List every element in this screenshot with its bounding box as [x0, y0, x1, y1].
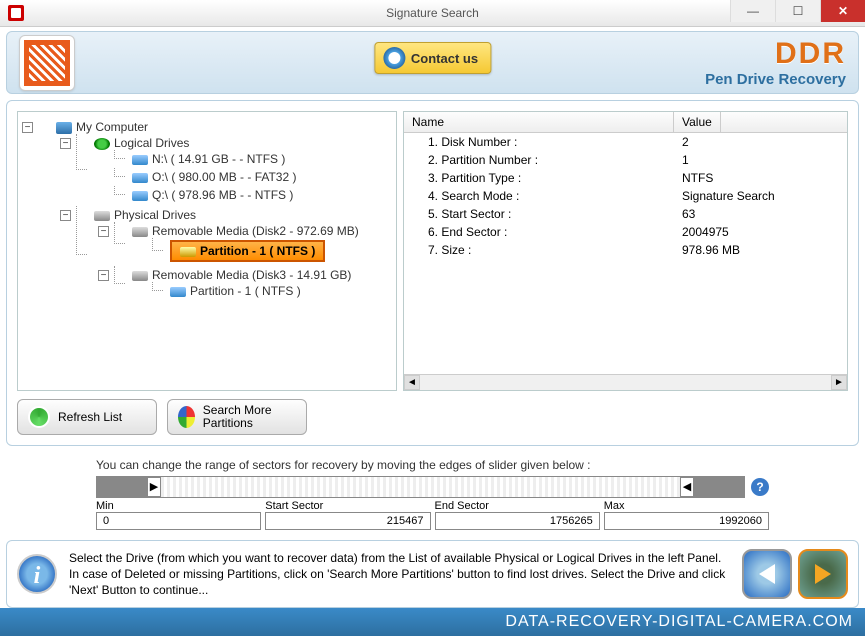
next-arrow-icon — [815, 564, 831, 584]
brand-tagline: Pen Drive Recovery — [705, 71, 846, 88]
slider-handle-right-icon[interactable]: ◀ — [680, 477, 694, 497]
minimize-button[interactable]: — — [730, 0, 775, 22]
slider-start-cap[interactable] — [97, 477, 147, 497]
end-sector-label: End Sector — [435, 500, 600, 512]
tree-partition-selected[interactable]: Partition - 1 ( NTFS ) — [152, 238, 396, 264]
column-value[interactable]: Value — [674, 112, 721, 132]
physical-drive-icon — [94, 211, 110, 221]
drive-icon — [132, 173, 148, 183]
info-row: 1. Disk Number :2 — [404, 133, 847, 151]
drive-icon — [132, 155, 148, 165]
info-value: 63 — [674, 205, 703, 223]
tree-drive-n[interactable]: N:\ ( 14.91 GB - - NTFS ) — [114, 150, 396, 168]
start-sector-input[interactable]: 215467 — [265, 512, 430, 530]
sector-slider[interactable]: ▶ ◀ — [96, 476, 745, 498]
info-value: 2004975 — [674, 223, 737, 241]
info-value: 978.96 MB — [674, 241, 748, 259]
info-name: 5. Start Sector : — [404, 205, 674, 223]
scroll-left-icon[interactable]: ◄ — [404, 375, 420, 390]
drive-icon — [170, 287, 186, 297]
info-row: 7. Size :978.96 MB — [404, 241, 847, 259]
info-panel: Name Value 1. Disk Number :22. Partition… — [403, 111, 848, 391]
titlebar: Signature Search — ☐ ✕ — [0, 0, 865, 27]
tree-partition[interactable]: Partition - 1 ( NTFS ) — [152, 282, 396, 300]
scroll-right-icon[interactable]: ► — [831, 375, 847, 390]
start-sector-label: Start Sector — [265, 500, 430, 512]
min-label: Min — [96, 500, 261, 512]
sector-hint: You can change the range of sectors for … — [96, 458, 769, 476]
tree-logical-drives[interactable]: −Logical Drives N:\ ( 14.91 GB - - NTFS … — [76, 134, 396, 206]
drive-tree[interactable]: −My Computer −Logical Drives N:\ ( 14.91… — [17, 111, 397, 391]
sector-range-area: You can change the range of sectors for … — [6, 458, 859, 530]
collapse-icon[interactable]: − — [60, 210, 71, 221]
brand-logo-text: DDR — [705, 37, 846, 71]
min-value: 0 — [96, 512, 261, 530]
collapse-icon[interactable]: − — [98, 226, 109, 237]
footer-hint: i Select the Drive (from which you want … — [6, 540, 859, 608]
horizontal-scrollbar[interactable]: ◄ ► — [404, 374, 847, 390]
info-name: 4. Search Mode : — [404, 187, 674, 205]
contact-us-button[interactable]: Contact us — [374, 42, 491, 74]
info-row: 6. End Sector :2004975 — [404, 223, 847, 241]
info-name: 7. Size : — [404, 241, 674, 259]
info-value: NTFS — [674, 169, 721, 187]
main-area: −My Computer −Logical Drives N:\ ( 14.91… — [6, 100, 859, 446]
removable-icon — [132, 227, 148, 237]
info-name: 2. Partition Number : — [404, 151, 674, 169]
site-url-bar: DATA-RECOVERY-DIGITAL-CAMERA.COM — [0, 608, 865, 636]
maximize-button[interactable]: ☐ — [775, 0, 820, 22]
max-value: 1992060 — [604, 512, 769, 530]
max-label: Max — [604, 500, 769, 512]
next-button[interactable] — [798, 549, 848, 599]
info-name: 1. Disk Number : — [404, 133, 674, 151]
help-icon[interactable]: ? — [751, 478, 769, 496]
globe-icon — [94, 138, 110, 150]
refresh-icon — [28, 406, 50, 428]
info-value: Signature Search — [674, 187, 783, 205]
collapse-icon[interactable]: − — [98, 270, 109, 281]
info-row: 5. Start Sector :63 — [404, 205, 847, 223]
computer-icon — [56, 122, 72, 134]
tree-drive-q[interactable]: Q:\ ( 978.96 MB - - NTFS ) — [114, 186, 396, 204]
info-name: 3. Partition Type : — [404, 169, 674, 187]
slider-end-cap[interactable] — [694, 477, 744, 497]
info-value: 1 — [674, 151, 697, 169]
info-row: 4. Search Mode :Signature Search — [404, 187, 847, 205]
tree-root[interactable]: My Computer — [76, 120, 148, 134]
tree-removable-disk3[interactable]: −Removable Media (Disk3 - 14.91 GB) Part… — [114, 266, 396, 302]
back-arrow-icon — [759, 564, 775, 584]
tree-removable-disk2[interactable]: −Removable Media (Disk2 - 972.69 MB) Par… — [114, 222, 396, 266]
drive-icon — [180, 247, 196, 257]
end-sector-input[interactable]: 1756265 — [435, 512, 600, 530]
back-button[interactable] — [742, 549, 792, 599]
app-icon — [8, 5, 24, 21]
collapse-icon[interactable]: − — [60, 138, 71, 149]
close-button[interactable]: ✕ — [820, 0, 865, 22]
pie-icon — [178, 406, 195, 428]
info-name: 6. End Sector : — [404, 223, 674, 241]
info-row: 3. Partition Type :NTFS — [404, 169, 847, 187]
contact-icon — [383, 47, 405, 69]
collapse-icon[interactable]: − — [22, 122, 33, 133]
refresh-list-button[interactable]: Refresh List — [17, 399, 157, 435]
info-row: 2. Partition Number :1 — [404, 151, 847, 169]
info-value: 2 — [674, 133, 697, 151]
info-icon: i — [17, 554, 57, 594]
search-more-partitions-button[interactable]: Search More Partitions — [167, 399, 307, 435]
removable-icon — [132, 271, 148, 281]
column-name[interactable]: Name — [404, 112, 674, 132]
tree-physical-drives[interactable]: −Physical Drives −Removable Media (Disk2… — [76, 206, 396, 304]
app-logo — [19, 35, 75, 91]
footer-text: Select the Drive (from which you want to… — [69, 550, 730, 599]
drive-icon — [132, 191, 148, 201]
header-banner: Contact us DDR Pen Drive Recovery — [6, 31, 859, 94]
slider-handle-left-icon[interactable]: ▶ — [147, 477, 161, 497]
tree-drive-o[interactable]: O:\ ( 980.00 MB - - FAT32 ) — [114, 168, 396, 186]
contact-label: Contact us — [411, 51, 478, 66]
